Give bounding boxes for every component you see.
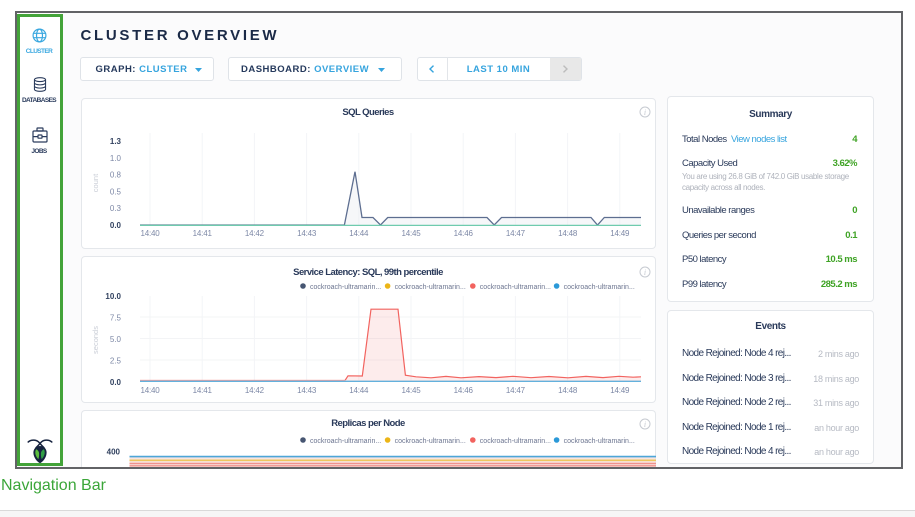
svg-text:0.0: 0.0	[110, 378, 122, 387]
svg-text:14:42: 14:42	[245, 386, 265, 395]
svg-text:7.5: 7.5	[110, 314, 122, 323]
svg-text:14:43: 14:43	[297, 386, 317, 395]
svg-text:count: count	[91, 173, 100, 192]
svg-text:i: i	[644, 108, 646, 117]
svg-text:14:45: 14:45	[401, 229, 421, 238]
svg-text:14:49: 14:49	[610, 229, 630, 238]
svg-text:1.0: 1.0	[110, 154, 122, 163]
svg-text:14:42: 14:42	[245, 229, 265, 238]
svg-text:i: i	[644, 420, 646, 429]
svg-text:400: 400	[107, 448, 121, 457]
svg-text:14:44: 14:44	[349, 229, 369, 238]
svg-text:0.8: 0.8	[110, 171, 122, 180]
svg-text:cockroach-ultramarin...: cockroach-ultramarin...	[564, 438, 635, 445]
svg-text:5.0: 5.0	[110, 335, 122, 344]
svg-text:14:40: 14:40	[140, 386, 160, 395]
svg-text:0.0: 0.0	[110, 221, 122, 230]
svg-text:14:41: 14:41	[193, 229, 213, 238]
svg-text:cockroach-ultramarin...: cockroach-ultramarin...	[564, 284, 635, 291]
svg-text:seconds: seconds	[91, 326, 100, 354]
svg-text:cockroach-ultramarin...: cockroach-ultramarin...	[395, 284, 466, 291]
svg-text:cockroach-ultramarin...: cockroach-ultramarin...	[480, 438, 551, 445]
svg-text:SQL Queries: SQL Queries	[342, 107, 394, 118]
svg-text:14:44: 14:44	[349, 386, 369, 395]
svg-text:14:46: 14:46	[454, 386, 474, 395]
svg-text:0.5: 0.5	[110, 187, 122, 196]
svg-text:0.3: 0.3	[110, 204, 122, 213]
svg-text:14:47: 14:47	[506, 386, 526, 395]
svg-text:1.3: 1.3	[110, 137, 122, 146]
svg-text:14:48: 14:48	[558, 386, 578, 395]
svg-text:i: i	[644, 268, 646, 277]
svg-text:Service Latency: SQL, 99th per: Service Latency: SQL, 99th percentile	[293, 267, 443, 278]
svg-text:14:40: 14:40	[140, 229, 160, 238]
svg-text:cockroach-ultramarin...: cockroach-ultramarin...	[310, 284, 381, 291]
svg-text:10.0: 10.0	[105, 292, 121, 301]
svg-text:14:43: 14:43	[297, 229, 317, 238]
svg-text:14:46: 14:46	[454, 229, 474, 238]
svg-text:14:47: 14:47	[506, 229, 526, 238]
svg-text:14:45: 14:45	[401, 386, 421, 395]
svg-text:2.5: 2.5	[110, 357, 122, 366]
svg-text:cockroach-ultramarin...: cockroach-ultramarin...	[395, 438, 466, 445]
svg-text:cockroach-ultramarin...: cockroach-ultramarin...	[310, 438, 381, 445]
svg-text:Replicas per Node: Replicas per Node	[331, 418, 405, 429]
svg-text:14:48: 14:48	[558, 229, 578, 238]
svg-text:cockroach-ultramarin...: cockroach-ultramarin...	[480, 284, 551, 291]
svg-text:14:49: 14:49	[610, 386, 630, 395]
svg-text:14:41: 14:41	[193, 386, 213, 395]
